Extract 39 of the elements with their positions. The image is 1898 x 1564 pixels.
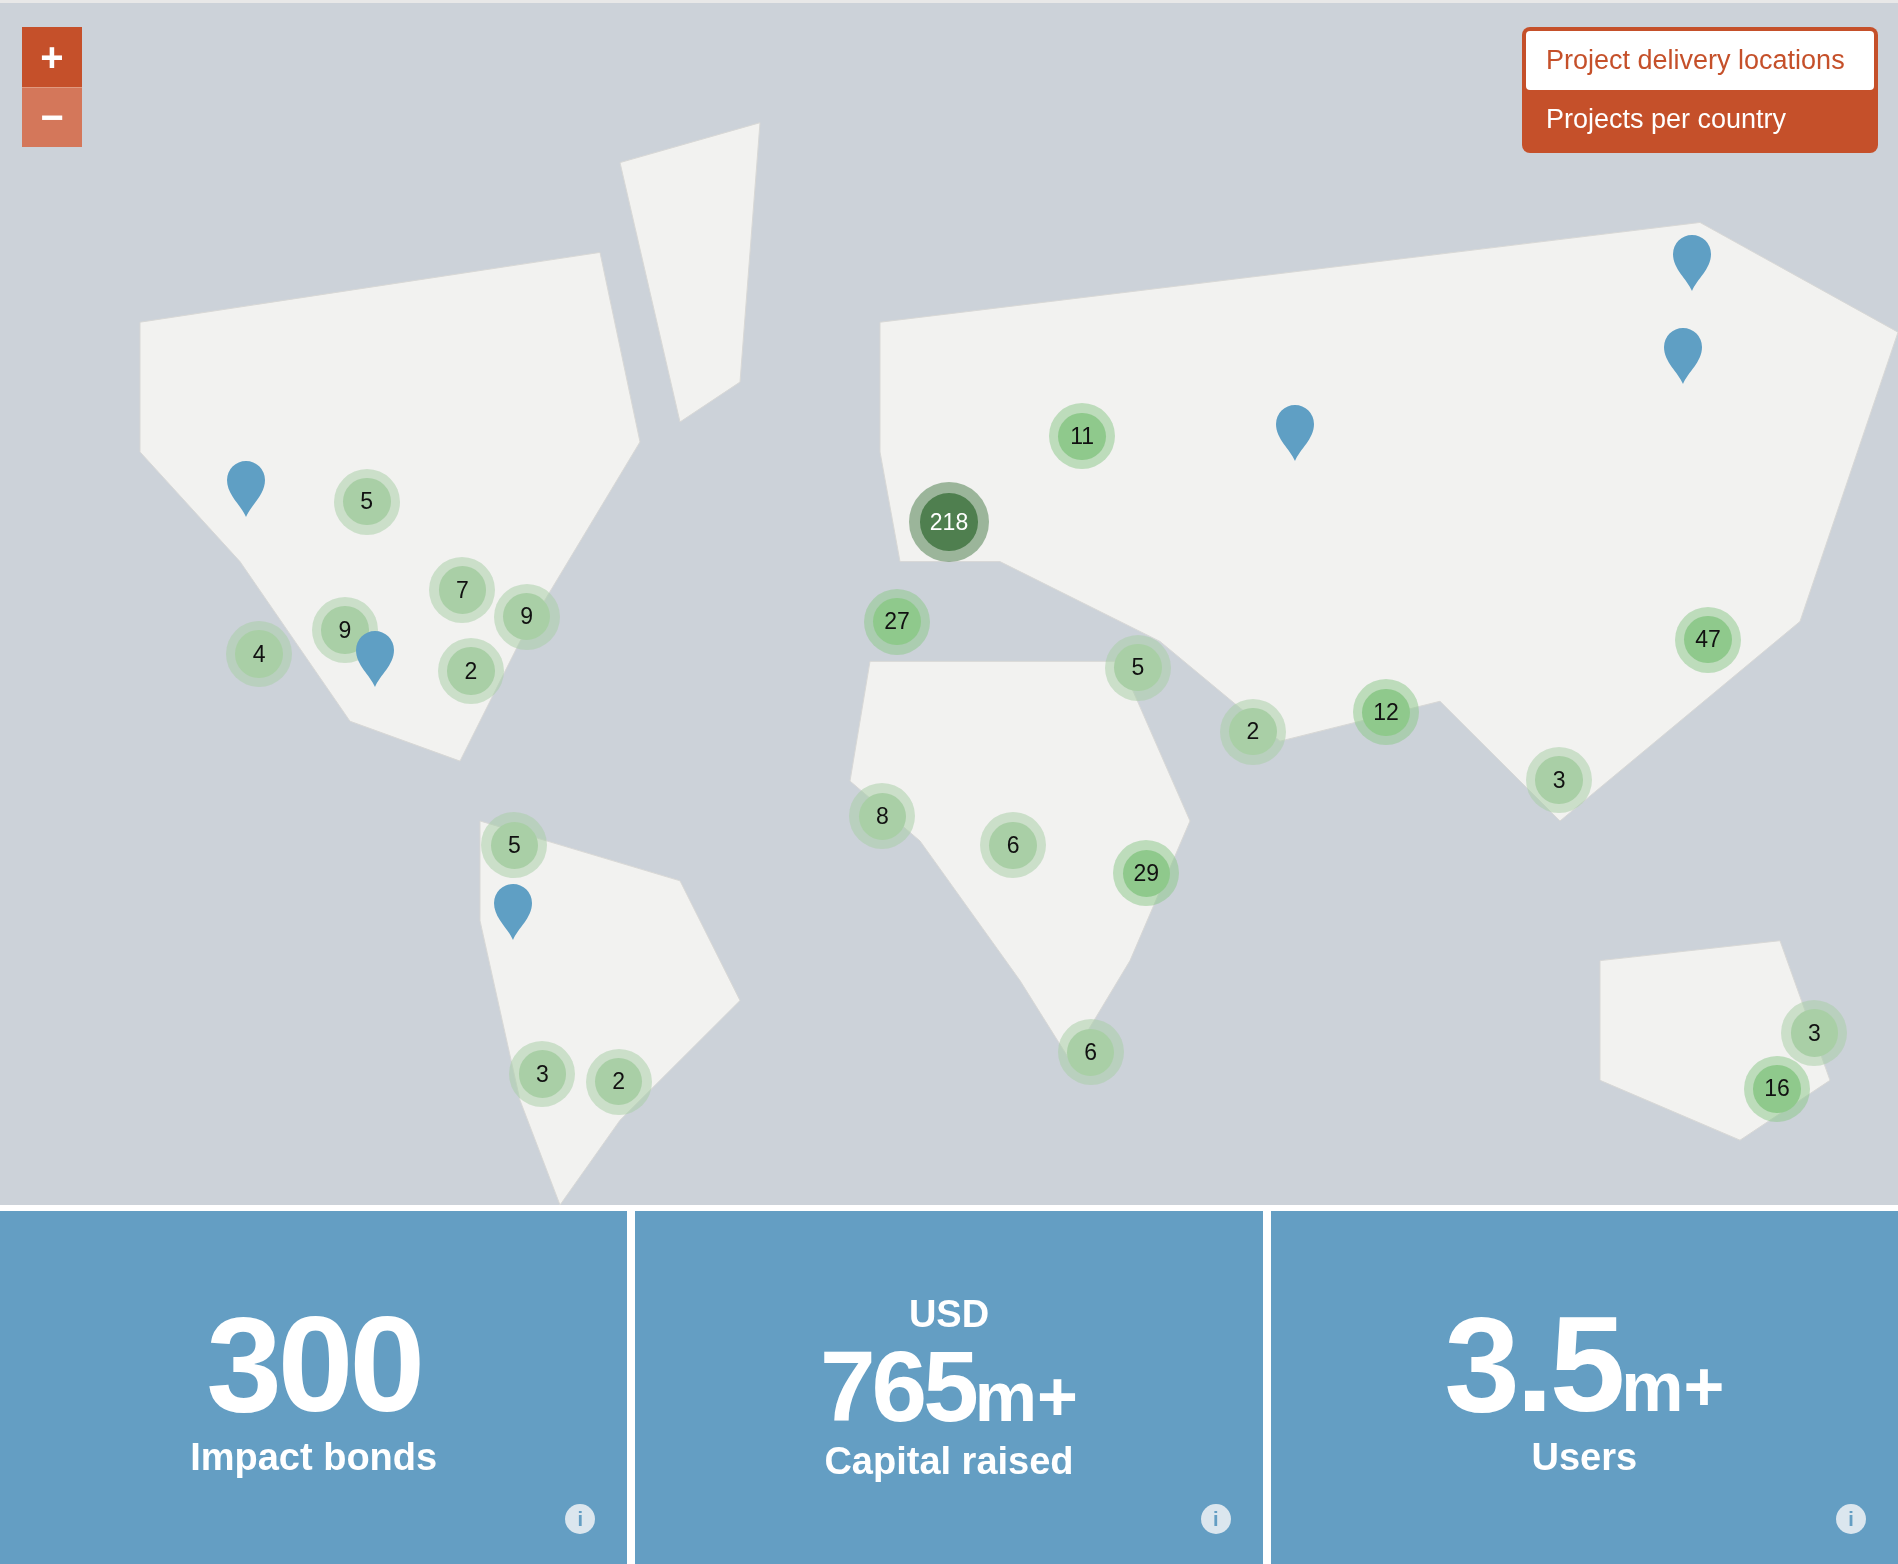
cluster-marker[interactable]: 7 [429,557,496,624]
cluster-marker[interactable]: 3 [509,1041,576,1108]
stat-value: 765 [820,1335,975,1436]
map-pin-icon[interactable] [356,630,395,687]
cluster-marker[interactable]: 11 [1049,403,1116,470]
cluster-marker[interactable]: 16 [1743,1055,1810,1122]
cluster-marker[interactable]: 47 [1674,606,1741,673]
cluster-marker[interactable]: 5 [333,468,400,535]
cluster-marker[interactable]: 2 [585,1048,652,1115]
cluster-marker[interactable]: 12 [1352,679,1419,746]
map-pin-icon[interactable] [1663,328,1702,385]
cluster-marker[interactable]: 3 [1526,747,1593,814]
map-pin-icon[interactable] [1673,235,1712,292]
stat-label: Users [1531,1436,1638,1479]
cluster-marker[interactable]: 5 [481,812,548,879]
stat-value: 300 [206,1296,422,1432]
cluster-marker[interactable]: 2 [437,638,504,705]
cluster-marker[interactable]: 27 [863,588,930,655]
cluster-marker[interactable]: 218 [909,482,989,563]
layer-toggle[interactable]: Project delivery locations [1526,31,1874,90]
stat-value: 3.5 [1444,1296,1622,1432]
cluster-marker[interactable]: 9 [493,583,560,650]
stat-suffix: m+ [1621,1352,1725,1422]
cluster-marker[interactable]: 29 [1113,840,1180,907]
map-pin-icon[interactable] [1276,404,1315,461]
cluster-marker[interactable]: 3 [1781,1000,1848,1067]
map-pin-icon[interactable] [226,461,265,518]
stat-suffix: m+ [974,1361,1078,1432]
map-pin-icon[interactable] [494,883,533,940]
cluster-marker[interactable]: 2 [1219,698,1286,765]
cluster-marker[interactable]: 4 [226,621,293,688]
cluster-marker[interactable]: 8 [849,783,916,850]
cluster-marker[interactable]: 6 [1057,1019,1124,1086]
stat-prefix: USD [908,1292,990,1336]
zoom-in-button[interactable]: + [22,27,82,87]
stat-label: Impact bonds [190,1436,438,1479]
cluster-marker[interactable]: 6 [980,812,1047,879]
stat-label: Capital raised [824,1439,1074,1483]
cluster-marker[interactable]: 5 [1104,634,1171,701]
